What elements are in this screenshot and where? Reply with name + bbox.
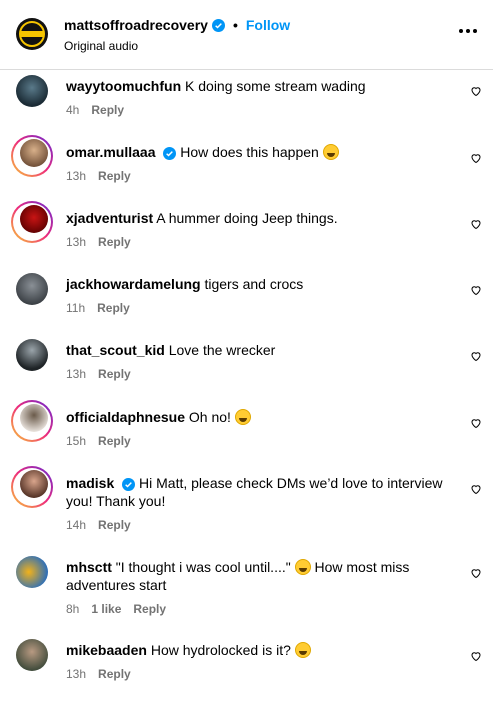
heart-outline-icon[interactable] [470,417,482,429]
comment-time[interactable]: 8h [66,602,79,616]
laughing-emoji-icon [294,642,311,658]
heart-outline-icon[interactable] [470,650,482,662]
separator-dot: • [232,17,238,33]
verified-badge-icon [122,477,136,491]
comment-meta: 14h Reply [66,518,131,532]
comment-username[interactable]: madisk [66,475,114,491]
comment-username[interactable]: mikebaaden [66,642,147,658]
comment-username[interactable]: officialdaphnesue [66,409,185,425]
comment-meta: 13h Reply [66,169,131,183]
heart-outline-icon[interactable] [470,152,482,164]
reel-header: mattsoffroadrecovery • Follow Original a… [0,0,493,70]
comment-body: Oh no! [188,409,231,425]
comment-meta: 8h 1 like Reply [66,602,166,616]
more-options-icon[interactable] [459,28,477,34]
reply-button[interactable]: Reply [98,367,131,381]
avatar[interactable] [20,404,48,432]
reply-button[interactable]: Reply [98,667,131,681]
comment-meta: 13h Reply [66,667,131,681]
comment-meta: 15h Reply [66,434,131,448]
heart-outline-icon[interactable] [470,350,482,362]
comment-time[interactable]: 15h [66,434,86,448]
comment-text: xjadventurist A hummer doing Jeep things… [66,209,446,227]
reply-button[interactable]: Reply [98,518,131,532]
comment-meta: 13h Reply [66,235,131,249]
account-username[interactable]: mattsoffroadrecovery [64,17,208,33]
comment-body: K doing some stream wading [185,78,366,94]
avatar[interactable] [16,75,48,107]
heart-outline-icon[interactable] [470,567,482,579]
audio-label[interactable]: Original audio [64,39,138,53]
comment-text: jackhowardamelung tigers and crocs [66,275,446,293]
comment-meta: 11h Reply [66,301,130,315]
reply-button[interactable]: Reply [91,103,124,117]
comment-text: officialdaphnesue Oh no! [66,408,446,426]
comment-username[interactable]: omar.mullaaa [66,144,156,160]
comment-text: omar.mullaaa How does this happen [66,143,446,161]
verified-badge-icon [163,146,177,160]
account-avatar[interactable] [16,18,48,50]
reply-button[interactable]: Reply [97,301,130,315]
comment-time[interactable]: 13h [66,169,86,183]
comment-time[interactable]: 11h [66,301,85,315]
reply-button[interactable]: Reply [133,602,166,616]
laughing-emoji-icon [294,559,311,575]
comment-text: wayytoomuchfun K doing some stream wadin… [66,77,446,95]
comment-time[interactable]: 13h [66,367,86,381]
comment-meta: 4h Reply [66,103,124,117]
avatar[interactable] [16,556,48,588]
avatar[interactable] [16,339,48,371]
comment-meta: 13h Reply [66,367,131,381]
avatar[interactable] [20,205,48,233]
comment-text: mikebaaden How hydrolocked is it? [66,641,446,659]
heart-outline-icon[interactable] [470,218,482,230]
comment-time[interactable]: 4h [66,103,79,117]
reply-button[interactable]: Reply [98,169,131,183]
comment-username[interactable]: that_scout_kid [66,342,165,358]
comment-body: A hummer doing Jeep things. [156,210,338,226]
avatar[interactable] [16,639,48,671]
comment-time[interactable]: 13h [66,235,86,249]
reply-button[interactable]: Reply [98,235,131,249]
comment-text: that_scout_kid Love the wrecker [66,341,446,359]
heart-outline-icon[interactable] [470,483,482,495]
comment-time[interactable]: 13h [66,667,86,681]
heart-outline-icon[interactable] [470,85,482,97]
comment-body-quote: "I thought i was cool until...." [115,559,291,575]
comment-body: How does this happen [180,144,319,160]
avatar[interactable] [20,470,48,498]
avatar[interactable] [16,273,48,305]
laughing-emoji-icon [322,144,339,160]
verified-badge-icon [211,18,225,32]
comment-body: Love the wrecker [168,342,276,358]
header-user-row: mattsoffroadrecovery • Follow [64,17,290,33]
reply-button[interactable]: Reply [98,434,131,448]
comment-text: madisk Hi Matt, please check DMs we’d lo… [66,474,456,510]
follow-button[interactable]: Follow [246,17,290,33]
comment-likes[interactable]: 1 like [91,602,121,616]
comment-body: tigers and crocs [204,276,304,292]
avatar[interactable] [20,139,48,167]
comment-body: How hydrolocked is it? [150,642,291,658]
laughing-emoji-icon [234,409,251,425]
heart-outline-icon[interactable] [470,284,482,296]
comment-username[interactable]: mhsctt [66,559,112,575]
comment-time[interactable]: 14h [66,518,86,532]
comment-username[interactable]: jackhowardamelung [66,276,201,292]
comment-username[interactable]: xjadventurist [66,210,153,226]
comment-username[interactable]: wayytoomuchfun [66,78,181,94]
comment-text: mhsctt "I thought i was cool until...." … [66,558,456,594]
